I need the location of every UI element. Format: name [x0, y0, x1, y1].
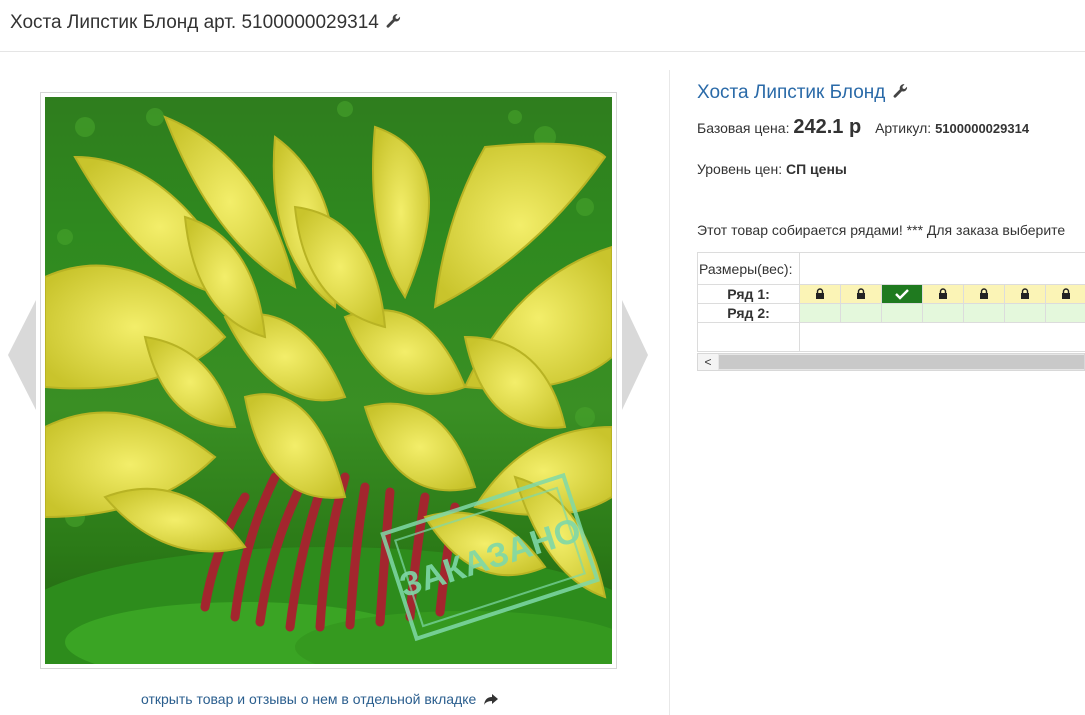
row-slot-free[interactable]	[841, 304, 882, 322]
row-slot-free[interactable]	[923, 304, 964, 322]
product-title-text: Хоста Липстик Блонд	[697, 82, 886, 104]
price-level-value: СП цены	[785, 161, 847, 177]
article-label: Артикул:	[875, 120, 932, 136]
chevron-left-icon	[8, 300, 36, 410]
rows-notice: Этот товар собирается рядами! *** Для за…	[697, 222, 1066, 238]
product-image-frame: ЗАКАЗАНО	[40, 92, 617, 669]
row-slot-locked[interactable]	[964, 285, 1005, 303]
prev-image-button[interactable]	[8, 300, 38, 410]
lock-icon	[816, 288, 824, 299]
product-title[interactable]: Хоста Липстик Блонд	[697, 81, 909, 105]
checkmark-icon	[895, 289, 909, 300]
page-header: Хоста Липстик Блонд арт. 5100000029314	[0, 0, 1085, 52]
wrench-icon[interactable]	[891, 81, 909, 105]
row-slot-free[interactable]	[1005, 304, 1046, 322]
grid-row-empty	[698, 323, 1085, 352]
lock-icon	[1062, 288, 1070, 299]
base-price-value: 242.1 р	[793, 116, 862, 138]
chevron-left-icon: <	[704, 355, 712, 369]
scroll-thumb[interactable]	[719, 355, 1084, 369]
lock-icon	[857, 288, 865, 299]
open-link-text: открыть товар и отзывы о нем в отдельной…	[141, 691, 477, 707]
empty-label	[698, 323, 800, 351]
empty-cells	[800, 323, 1085, 351]
row-slot-free[interactable]	[800, 304, 841, 322]
share-arrow-icon	[484, 694, 499, 706]
article-value: 5100000029314	[935, 121, 1030, 136]
grid-horizontal-scrollbar[interactable]: <	[697, 353, 1085, 371]
row-slot-selected[interactable]	[882, 285, 923, 303]
row-slot-free[interactable]	[882, 304, 923, 322]
row-slot-locked[interactable]	[1005, 285, 1046, 303]
price-line: Базовая цена: 242.1 р Артикул: 510000002…	[697, 116, 1029, 139]
open-in-new-tab-link[interactable]: открыть товар и отзывы о нем в отдельной…	[141, 691, 499, 707]
row-slot-locked[interactable]	[1046, 285, 1085, 303]
price-level-label: Уровень цен:	[697, 161, 783, 177]
row-slot-locked[interactable]	[800, 285, 841, 303]
lock-icon	[1021, 288, 1029, 299]
next-image-button[interactable]	[620, 300, 650, 410]
row-slot-locked[interactable]	[841, 285, 882, 303]
page-title: Хоста Липстик Блонд арт. 5100000029314	[10, 11, 402, 35]
wrench-icon[interactable]	[384, 11, 402, 35]
sizes-label: Размеры(вес):	[698, 253, 800, 284]
sizes-row: Размеры(вес):	[698, 252, 1085, 285]
chevron-right-icon	[622, 300, 648, 410]
price-level-line: Уровень цен: СП цены	[697, 161, 847, 177]
row-slot-locked[interactable]	[923, 285, 964, 303]
page-title-text: Хоста Липстик Блонд арт. 5100000029314	[10, 12, 379, 34]
row-label: Ряд 1:	[698, 285, 800, 303]
rows-grid: Размеры(вес): Ряд 1: Ряд 2:	[697, 252, 1085, 352]
sizes-cells	[800, 253, 1085, 284]
base-price-label: Базовая цена:	[697, 120, 790, 136]
scroll-left-button[interactable]: <	[698, 354, 718, 370]
grid-row-1: Ряд 1:	[698, 285, 1085, 304]
grid-row-2: Ряд 2:	[698, 304, 1085, 323]
lock-icon	[980, 288, 988, 299]
row-slot-free[interactable]	[964, 304, 1005, 322]
row-label: Ряд 2:	[698, 304, 800, 322]
product-image[interactable]: ЗАКАЗАНО	[45, 97, 612, 664]
row-slot-free[interactable]	[1046, 304, 1085, 322]
lock-icon	[939, 288, 947, 299]
column-divider	[669, 70, 670, 715]
